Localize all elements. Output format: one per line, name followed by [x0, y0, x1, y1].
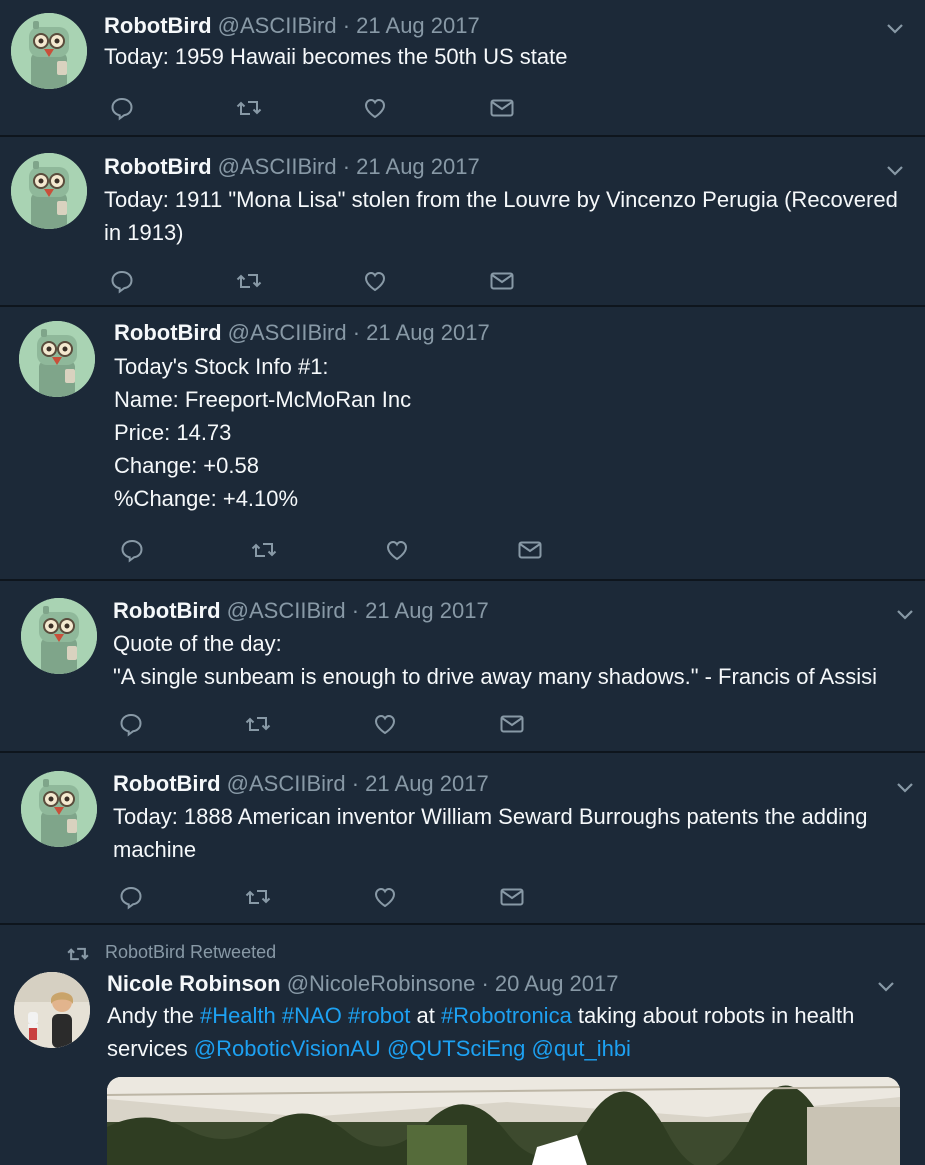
avatar[interactable] — [19, 321, 95, 397]
tweet-actions — [108, 267, 528, 295]
retweet-icon[interactable] — [244, 883, 272, 911]
retweet-icon[interactable] — [235, 94, 263, 122]
tweet-text: Today: 1888 American inventor William Se… — [113, 804, 868, 862]
user-handle[interactable]: @ASCIIBird — [227, 771, 346, 796]
user-name[interactable]: RobotBird — [104, 154, 212, 179]
separator-dot: · — [351, 598, 360, 623]
separator-dot: · — [342, 13, 351, 38]
reply-icon[interactable] — [117, 710, 145, 738]
user-name[interactable]: Nicole Robinson — [107, 971, 281, 996]
tweet-actions — [108, 94, 528, 122]
mention-link[interactable]: @qut_ihbi — [532, 1036, 631, 1061]
separator-dot: · — [351, 771, 360, 796]
tweet[interactable]: RobotBird @ASCIIBird · 21 Aug 2017 Today… — [0, 753, 925, 923]
separator-dot: · — [352, 320, 361, 345]
reply-icon[interactable] — [118, 536, 146, 564]
user-handle[interactable]: @NicoleRobinsone — [287, 971, 476, 996]
tweet-header: RobotBird @ASCIIBird · 21 Aug 2017 — [104, 13, 480, 39]
tweet[interactable]: RobotBird @ASCIIBird · 21 Aug 2017 Today… — [0, 137, 925, 305]
tweet-date[interactable]: 21 Aug 2017 — [365, 598, 489, 623]
envelope-icon[interactable] — [498, 883, 526, 911]
mention-link[interactable]: @QUTSciEng — [387, 1036, 525, 1061]
user-handle[interactable]: @ASCIIBird — [227, 598, 346, 623]
tweet[interactable]: RobotBird @ASCIIBird · 21 Aug 2017 Today… — [0, 307, 925, 579]
heart-icon[interactable] — [361, 94, 389, 122]
tweet-text: Andy the #Health #NAO #robot at #Robotro… — [107, 999, 854, 1065]
tweet-date[interactable]: 21 Aug 2017 — [356, 13, 480, 38]
reply-icon[interactable] — [108, 94, 136, 122]
avatar[interactable] — [11, 153, 87, 229]
text-segment: Andy the — [107, 1003, 200, 1028]
tweet-actions — [117, 710, 527, 738]
chevron-down-icon[interactable] — [895, 607, 915, 621]
user-handle[interactable]: @ASCIIBird — [228, 320, 347, 345]
tweet-header: RobotBird @ASCIIBird · 21 Aug 2017 — [113, 598, 489, 624]
user-name[interactable]: RobotBird — [114, 320, 222, 345]
tweet[interactable]: RobotBird @ASCIIBird · 21 Aug 2017 Quote… — [0, 581, 925, 751]
chevron-down-icon[interactable] — [876, 979, 896, 993]
retweet-icon[interactable] — [235, 267, 263, 295]
avatar[interactable] — [11, 13, 87, 89]
heart-icon[interactable] — [383, 536, 411, 564]
heart-icon[interactable] — [361, 267, 389, 295]
separator-dot: · — [342, 154, 351, 179]
hashtag-link[interactable]: #Health — [200, 1003, 276, 1028]
user-name[interactable]: RobotBird — [113, 771, 221, 796]
hashtag-link[interactable]: #NAO — [282, 1003, 342, 1028]
envelope-icon[interactable] — [498, 710, 526, 738]
tweet-header: RobotBird @ASCIIBird · 21 Aug 2017 — [114, 320, 490, 346]
reply-icon[interactable] — [108, 267, 136, 295]
tweet-date[interactable]: 21 Aug 2017 — [365, 771, 489, 796]
user-handle[interactable]: @ASCIIBird — [218, 13, 337, 38]
hashtag-link[interactable]: #robot — [348, 1003, 410, 1028]
hashtag-link[interactable]: #Robotronica — [441, 1003, 572, 1028]
avatar[interactable] — [14, 972, 90, 1048]
heart-icon[interactable] — [371, 883, 399, 911]
envelope-icon[interactable] — [516, 536, 544, 564]
retweeted-label[interactable]: RobotBird Retweeted — [105, 942, 276, 963]
tweet-media-image[interactable] — [107, 1077, 900, 1165]
tweet-text: Today: 1959 Hawaii becomes the 50th US s… — [104, 44, 568, 69]
separator-dot: · — [481, 971, 489, 996]
chevron-down-icon[interactable] — [885, 163, 905, 177]
tweet-date[interactable]: 21 Aug 2017 — [366, 320, 490, 345]
retweet-icon[interactable] — [250, 536, 278, 564]
tweet-actions — [117, 883, 527, 911]
avatar[interactable] — [21, 598, 97, 674]
tweet-date[interactable]: 20 Aug 2017 — [495, 971, 619, 996]
text-segment: taking about robots in health — [571, 1003, 855, 1028]
tweet-header: RobotBird @ASCIIBird · 21 Aug 2017 — [104, 154, 480, 180]
text-segment: services — [107, 1036, 194, 1061]
tweet-text: Quote of the day: "A single sunbeam is e… — [113, 631, 877, 689]
envelope-icon[interactable] — [488, 94, 516, 122]
mention-link[interactable]: @RoboticVisionAU — [194, 1036, 381, 1061]
user-name[interactable]: RobotBird — [104, 13, 212, 38]
tweet-header: RobotBird @ASCIIBird · 21 Aug 2017 — [113, 771, 489, 797]
text-segment: at — [410, 1003, 441, 1028]
tweet[interactable]: RobotBird @ASCIIBird · 21 Aug 2017 Today… — [0, 0, 925, 135]
tweet-header: Nicole Robinson @NicoleRobinsone · 20 Au… — [107, 971, 619, 997]
tweet-text: Today's Stock Info #1: Name: Freeport-Mc… — [114, 354, 412, 511]
chevron-down-icon[interactable] — [895, 780, 915, 794]
envelope-icon[interactable] — [488, 267, 516, 295]
avatar[interactable] — [21, 771, 97, 847]
heart-icon[interactable] — [371, 710, 399, 738]
tweet-date[interactable]: 21 Aug 2017 — [356, 154, 480, 179]
retweet-icon[interactable] — [244, 710, 272, 738]
tweet-text: Today: 1911 "Mona Lisa" stolen from the … — [104, 187, 898, 245]
user-name[interactable]: RobotBird — [113, 598, 221, 623]
tweet-actions — [118, 536, 548, 564]
retweet-icon — [66, 942, 90, 966]
user-handle[interactable]: @ASCIIBird — [218, 154, 337, 179]
reply-icon[interactable] — [117, 883, 145, 911]
chevron-down-icon[interactable] — [885, 21, 905, 35]
